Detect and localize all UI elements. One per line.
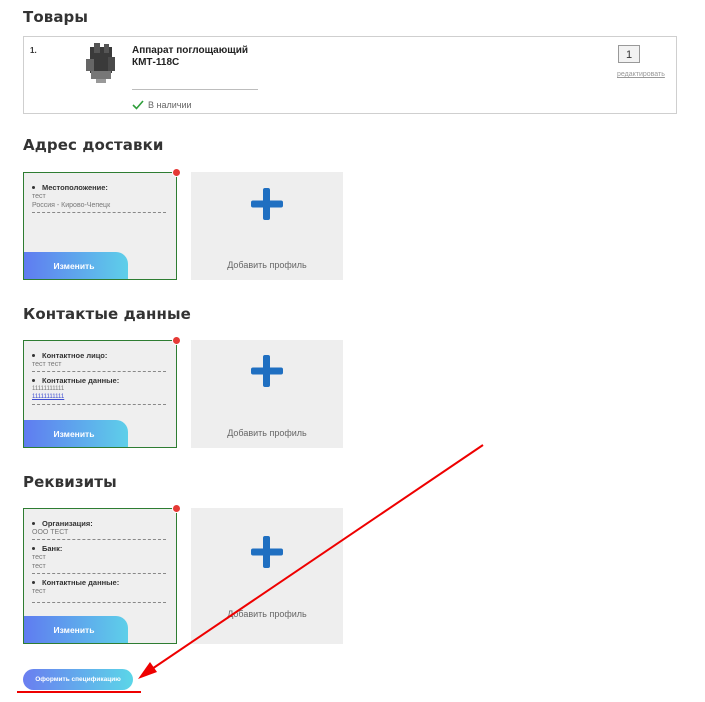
contact-data-field: Контактные данные: тест (32, 578, 166, 603)
field-label: Банк: (42, 544, 63, 553)
product-name[interactable]: Аппарат поглощающий КМТ-118С (132, 45, 252, 69)
location-field: Местоположение: тест Россия - Кирово-Чеп… (32, 183, 166, 213)
product-item: 1. Аппарат поглощающий КМТ-118С В наличи… (23, 36, 677, 114)
quantity-field[interactable]: 1 (618, 45, 640, 63)
add-address-profile[interactable]: Добавить профиль (191, 172, 343, 280)
divider (132, 89, 258, 90)
delete-badge-icon[interactable] (172, 168, 181, 177)
field-value: Россия - Кирово-Чепецк (32, 201, 166, 213)
add-profile-label: Добавить профиль (227, 609, 307, 619)
contacts-title: Контактые данные (23, 305, 191, 323)
field-label: Контактные данные: (42, 376, 120, 385)
field-value: 11111111111 (32, 386, 65, 392)
add-requisites-profile[interactable]: Добавить профиль (191, 508, 343, 644)
annotation-underline (17, 691, 141, 693)
field-value-link[interactable]: 11111111111 (32, 393, 166, 405)
edit-link[interactable]: редактировать (617, 71, 665, 78)
product-number: 1. (30, 46, 37, 55)
stock-label: В наличии (148, 100, 192, 110)
edit-button[interactable]: Изменить (24, 616, 128, 643)
address-profile-card[interactable]: Местоположение: тест Россия - Кирово-Чеп… (23, 168, 181, 280)
field-value: ООО ТЕСТ (32, 528, 166, 540)
edit-button[interactable]: Изменить (24, 252, 128, 279)
organization-field: Организация: ООО ТЕСТ (32, 519, 166, 540)
field-label: Местоположение: (42, 183, 108, 192)
plus-icon (251, 355, 283, 387)
delete-badge-icon[interactable] (172, 504, 181, 513)
bank-field: Банк: тест тест (32, 544, 166, 574)
address-title: Адрес доставки (23, 136, 164, 154)
field-value: тест (32, 554, 46, 561)
delete-badge-icon[interactable] (172, 336, 181, 345)
stock-status: В наличии (132, 100, 192, 110)
add-profile-label: Добавить профиль (227, 260, 307, 270)
field-label: Организация: (42, 519, 93, 528)
add-contacts-profile[interactable]: Добавить профиль (191, 340, 343, 448)
field-value: тест (32, 193, 46, 200)
field-label: Контактные данные: (42, 578, 120, 587)
field-value: тест (32, 562, 166, 574)
plus-icon (251, 188, 283, 220)
product-image[interactable] (76, 41, 128, 85)
add-profile-label: Добавить профиль (227, 428, 307, 438)
field-value: тест тест (32, 360, 166, 372)
goods-title: Товары (23, 8, 89, 26)
requisites-profile-card[interactable]: Организация: ООО ТЕСТ Банк: тест тест Ко… (23, 504, 181, 644)
contacts-profile-card[interactable]: Контактное лицо: тест тест Контактные да… (23, 336, 181, 448)
field-label: Контактное лицо: (42, 351, 108, 360)
divider (32, 596, 166, 603)
create-specification-button[interactable]: Оформить спецификацию (23, 669, 133, 690)
plus-icon (251, 536, 283, 568)
contact-data-field: Контактные данные: 11111111111 111111111… (32, 376, 166, 405)
field-value: тест (32, 588, 46, 595)
requisites-title: Реквизиты (23, 473, 117, 491)
check-icon (132, 100, 144, 110)
contact-person-field: Контактное лицо: тест тест (32, 351, 166, 372)
edit-button[interactable]: Изменить (24, 420, 128, 447)
